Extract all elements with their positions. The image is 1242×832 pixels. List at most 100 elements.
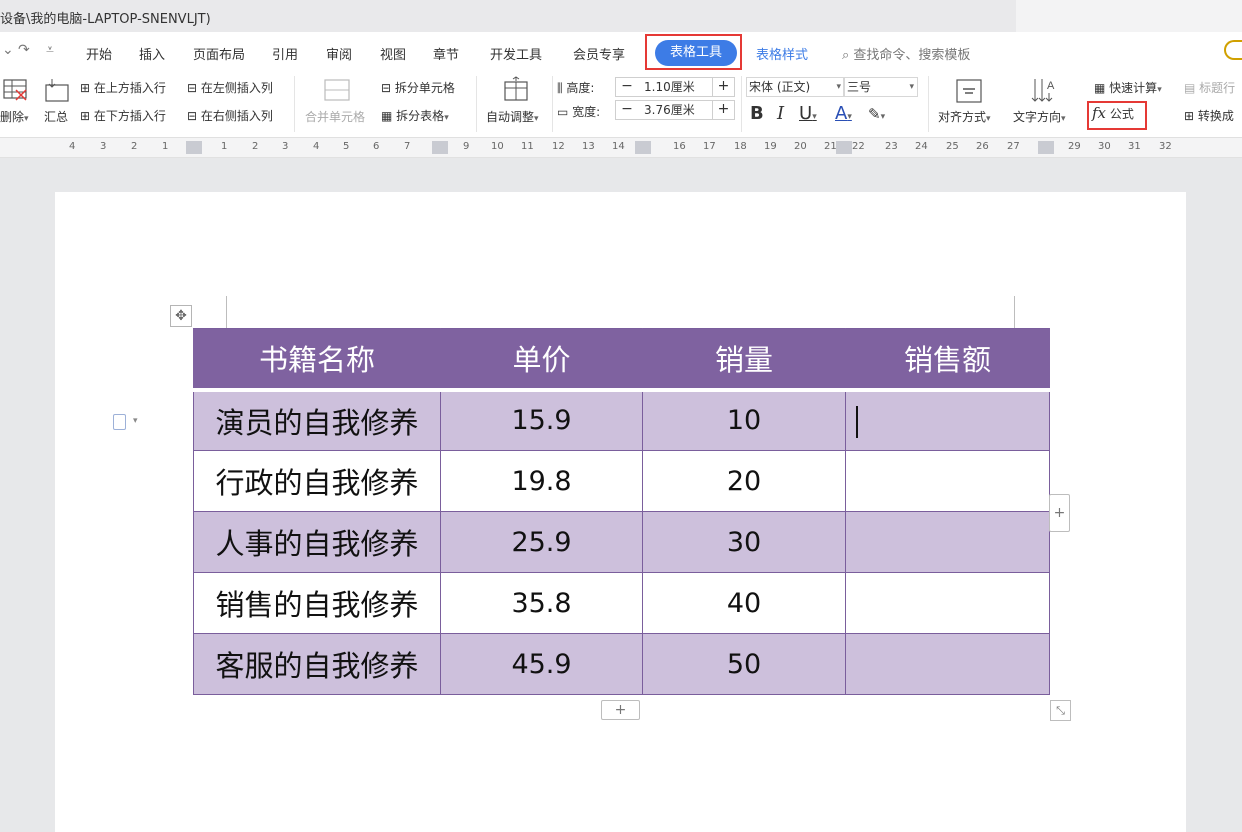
width-increase-button[interactable]: + <box>712 101 734 119</box>
width-decrease-button[interactable]: − <box>616 101 638 119</box>
convert-button[interactable]: ⊞ 转换成 <box>1184 107 1234 124</box>
cell-sales-amount[interactable] <box>845 389 1050 451</box>
cell-book-name[interactable]: 人事的自我修养 <box>193 511 441 573</box>
table-row: 演员的自我修养 15.9 10 <box>193 389 1050 451</box>
tab-member[interactable]: 会员专享 <box>573 44 625 63</box>
paragraph-options-icon[interactable] <box>113 414 126 430</box>
height-stepper[interactable]: − 1.10厘米 + <box>615 77 735 97</box>
header-sales-amount[interactable]: 销售额 <box>845 328 1050 392</box>
sales-table[interactable]: 书籍名称 单价 销量 销售额 演员的自我修养 15.9 10 行政的自我修养 1… <box>193 328 1050 695</box>
ruler-margin-marker[interactable] <box>1038 141 1054 154</box>
highlight-button[interactable]: ✎▾ <box>868 105 885 123</box>
cell-quantity[interactable]: 30 <box>642 511 846 573</box>
header-quantity[interactable]: 销量 <box>642 328 846 392</box>
ruler-column-marker[interactable] <box>836 141 852 154</box>
insert-right-button[interactable]: ⊟ 在右侧插入列 <box>187 107 273 124</box>
cell-unit-price[interactable]: 45.9 <box>440 633 643 695</box>
cell-quantity[interactable]: 40 <box>642 572 846 634</box>
title-row-icon: ▤ <box>1184 81 1196 95</box>
cell-unit-price[interactable]: 35.8 <box>440 572 643 634</box>
tab-page-layout[interactable]: 页面布局 <box>193 44 245 63</box>
cell-quantity[interactable]: 50 <box>642 633 846 695</box>
ruler-margin-marker[interactable] <box>186 141 202 154</box>
summary-button[interactable]: 汇总 <box>44 108 68 125</box>
add-row-button[interactable]: + <box>601 700 640 720</box>
insert-left-button[interactable]: ⊟ 在左侧插入列 <box>187 79 273 96</box>
cell-quantity[interactable]: 10 <box>642 389 846 451</box>
ruler-number: 22 <box>852 141 865 152</box>
text-direction-button[interactable]: 文字方向▾ <box>1013 108 1066 125</box>
ruler-number: 14 <box>612 141 625 152</box>
ruler-column-marker[interactable] <box>635 141 651 154</box>
cell-book-name[interactable]: 演员的自我修养 <box>193 389 441 451</box>
tab-insert[interactable]: 插入 <box>139 44 165 63</box>
header-unit-price[interactable]: 单价 <box>440 328 643 392</box>
ruler-number: 26 <box>976 141 989 152</box>
tab-view[interactable]: 视图 <box>380 44 406 63</box>
cell-sales-amount[interactable] <box>845 450 1050 512</box>
cell-quantity[interactable]: 20 <box>642 450 846 512</box>
font-name-select[interactable]: 宋体 (正文) ▾ <box>746 77 844 97</box>
split-table-button[interactable]: ▦ 拆分表格▾ <box>381 107 449 124</box>
horizontal-ruler[interactable]: 4 3 2 1 1 2 3 4 5 6 7 9 10 11 12 13 14 1… <box>0 138 1242 158</box>
formula-button[interactable]: fx 公式 <box>1092 104 1134 122</box>
ruler-number: 9 <box>463 141 470 152</box>
tab-review[interactable]: 审阅 <box>326 44 352 63</box>
font-size-select[interactable]: 三号 ▾ <box>844 77 918 97</box>
height-decrease-button[interactable]: − <box>616 78 638 96</box>
cell-book-name[interactable]: 客服的自我修养 <box>193 633 441 695</box>
cell-unit-price[interactable]: 15.9 <box>440 389 643 451</box>
align-button[interactable]: 对齐方式▾ <box>938 108 991 125</box>
insert-below-label: 在下方插入行 <box>93 109 166 123</box>
width-stepper[interactable]: − 3.76厘米 + <box>615 100 735 120</box>
quick-calc-button[interactable]: ▦ 快速计算▾ <box>1094 79 1162 96</box>
paragraph-options-caret[interactable]: ▾ <box>133 416 138 426</box>
cell-book-name[interactable]: 行政的自我修养 <box>193 450 441 512</box>
delete-button[interactable]: 删除▾ <box>0 108 29 125</box>
ruler-number: 1 <box>221 141 228 152</box>
width-value[interactable]: 3.76厘米 <box>644 101 695 119</box>
height-increase-button[interactable]: + <box>712 78 734 96</box>
ruler-number: 7 <box>404 141 411 152</box>
cell-book-name[interactable]: 销售的自我修养 <box>193 572 441 634</box>
underline-button[interactable]: U▾ <box>799 103 817 124</box>
insert-below-button[interactable]: ⊞ 在下方插入行 <box>80 107 166 124</box>
table-resize-icon[interactable]: ⤡ <box>1050 700 1071 721</box>
bold-button[interactable]: B <box>750 103 764 124</box>
cell-sales-amount[interactable] <box>845 511 1050 573</box>
tab-start[interactable]: 开始 <box>86 44 112 63</box>
title-row-button[interactable]: ▤ 标题行 <box>1184 79 1235 96</box>
ruler-column-marker[interactable] <box>432 141 448 154</box>
ribbon-separator <box>294 76 295 132</box>
page-margin-corner-right <box>1014 296 1015 328</box>
text-direction-icon: A <box>1031 79 1055 102</box>
dropdown-arrow-icon[interactable]: ⌄ <box>2 42 14 58</box>
tab-chapter[interactable]: 章节 <box>433 44 459 63</box>
font-color-button[interactable]: A▾ <box>835 103 852 124</box>
tab-table-tools[interactable]: 表格工具 <box>655 40 737 66</box>
col-width-icon: ▭ <box>557 105 569 119</box>
cloud-icon[interactable] <box>1224 40 1242 60</box>
cell-sales-amount[interactable] <box>845 572 1050 634</box>
cell-unit-price[interactable]: 19.8 <box>440 450 643 512</box>
tab-developer[interactable]: 开发工具 <box>490 44 542 63</box>
search-box[interactable]: ⌕ 查找命令、搜索模板 <box>842 44 970 63</box>
customize-toolbar-icon[interactable]: ⩡ <box>46 42 54 58</box>
calculator-icon: ▦ <box>1094 81 1106 95</box>
add-column-button[interactable]: + <box>1049 494 1070 532</box>
insert-above-button[interactable]: ⊞ 在上方插入行 <box>80 79 166 96</box>
height-value[interactable]: 1.10厘米 <box>644 78 695 96</box>
italic-button[interactable]: I <box>777 103 784 124</box>
auto-fit-button[interactable]: 自动调整▾ <box>486 108 539 125</box>
cell-sales-amount[interactable] <box>845 633 1050 695</box>
header-book-name[interactable]: 书籍名称 <box>193 328 441 392</box>
tab-references[interactable]: 引用 <box>272 44 298 63</box>
redo-icon[interactable]: ↷ <box>18 42 30 58</box>
cell-unit-price[interactable]: 25.9 <box>440 511 643 573</box>
ruler-number: 21 <box>824 141 837 152</box>
table-move-handle-icon[interactable]: ✥ <box>170 305 192 327</box>
merge-cells-button[interactable]: 合并单元格 <box>305 108 365 125</box>
split-cells-button[interactable]: ⊟ 拆分单元格 <box>381 79 455 96</box>
tab-table-style[interactable]: 表格样式 <box>756 44 808 63</box>
ruler-number: 3 <box>100 141 107 152</box>
